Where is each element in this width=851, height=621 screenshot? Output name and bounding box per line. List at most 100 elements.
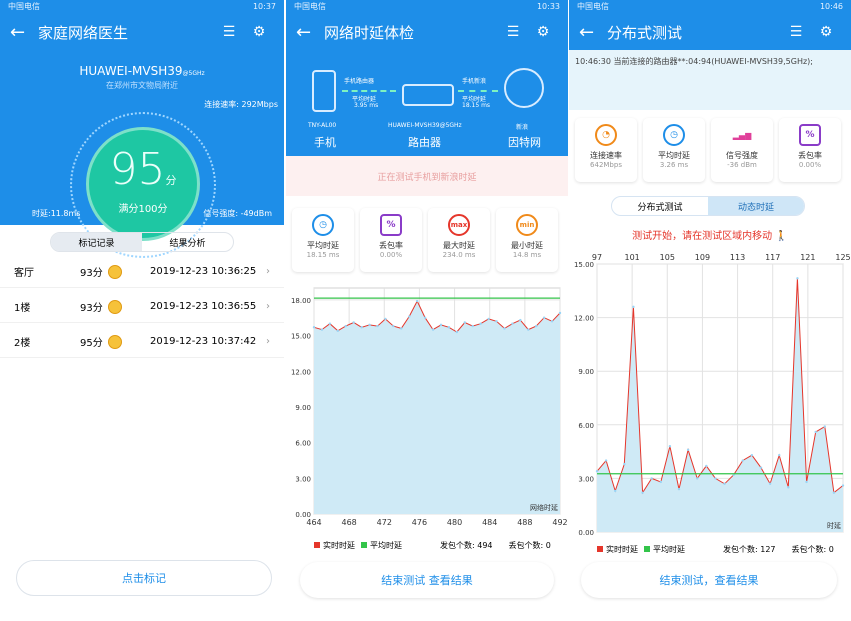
phone-name: 手机 bbox=[314, 136, 336, 149]
network-topology: 手机路由器 平均时延 3.95 ms 手机新浪 平均时延 18.15 ms TN… bbox=[286, 50, 568, 156]
y-tick-label: 18.00 bbox=[291, 297, 311, 305]
x-tick-label: 121 bbox=[800, 253, 815, 262]
latency-chart: 464 468 472 476 480 484 488 492 0.00 3.00 6.00 9.00… bbox=[291, 287, 568, 527]
room-score: 95分 bbox=[80, 338, 103, 349]
y-tick-label: 15.00 bbox=[574, 261, 594, 269]
data-point bbox=[696, 477, 699, 480]
stat-value: 18.15 ms bbox=[306, 251, 340, 259]
gear-icon[interactable]: ⚙ bbox=[811, 24, 841, 40]
mark-button[interactable]: 点击标记 bbox=[16, 560, 272, 596]
chart-legend: 实时时延 平均时延 bbox=[597, 544, 685, 555]
status-bar: 中国电信 10:46 bbox=[569, 0, 851, 14]
location-label: 在郑州市文物局附近 bbox=[106, 81, 178, 90]
y-tick-label: 0.00 bbox=[295, 511, 311, 519]
x-tick-label: 468 bbox=[342, 518, 357, 527]
end-test-button[interactable]: 结束测试，查看结果 bbox=[581, 562, 837, 598]
test-start-message: 测试开始，请在测试区域内移动 🚶 bbox=[569, 227, 851, 242]
packet-stats: 发包个数: 127 丢包个数: 0 bbox=[723, 544, 834, 555]
stat-name: 连接速率 bbox=[590, 151, 622, 160]
legend-real-label: 实时时延 bbox=[606, 545, 638, 554]
data-point bbox=[527, 328, 530, 331]
clock-label: 10:37 bbox=[252, 2, 276, 11]
room-name: 1楼 bbox=[14, 303, 31, 314]
min-gauge-icon: min bbox=[516, 214, 538, 236]
testing-status: 正在测试手机到新浪时延 bbox=[286, 156, 568, 196]
data-point bbox=[641, 491, 644, 494]
data-point bbox=[400, 327, 403, 330]
x-axis-label: 时延 bbox=[827, 521, 841, 530]
data-point bbox=[503, 327, 506, 330]
stat-name: 最大时延 bbox=[443, 241, 475, 250]
data-point bbox=[823, 425, 826, 428]
router-device-icon bbox=[402, 84, 454, 106]
menu-list-icon[interactable]: ☰ bbox=[214, 24, 244, 40]
back-arrow-icon[interactable]: ← bbox=[296, 22, 324, 43]
stat-card: ◷ 平均时延 18.15 ms bbox=[292, 208, 354, 272]
data-point bbox=[668, 445, 672, 448]
menu-list-icon[interactable]: ☰ bbox=[498, 24, 528, 40]
speedometer-icon: ◷ bbox=[312, 214, 334, 236]
data-point bbox=[558, 311, 562, 315]
gear-icon[interactable]: ⚙ bbox=[244, 24, 274, 40]
menu-list-icon[interactable]: ☰ bbox=[781, 24, 811, 40]
percent-icon: % bbox=[380, 214, 402, 236]
legend-avg-label: 平均时延 bbox=[653, 545, 685, 554]
phone-link-label: 手机路由器 bbox=[344, 78, 375, 85]
status-bar: 中国电信 10:33 bbox=[286, 0, 568, 14]
data-point bbox=[741, 459, 744, 462]
stat-card: % 丢包率 0.00% bbox=[779, 118, 841, 182]
back-arrow-icon[interactable]: ← bbox=[579, 22, 607, 43]
lost-count: 丢包个数: 0 bbox=[508, 541, 551, 550]
status-bar: 中国电信 10:37 bbox=[0, 0, 284, 14]
stat-value: 0.00% bbox=[379, 251, 403, 259]
data-point bbox=[384, 317, 387, 321]
stat-card: ◔ 连接速率 642Mbps bbox=[575, 118, 637, 182]
internet-host: 新浪 bbox=[516, 124, 529, 131]
data-point bbox=[778, 453, 781, 457]
back-arrow-icon[interactable]: ← bbox=[10, 22, 38, 43]
data-point bbox=[632, 305, 635, 309]
data-point bbox=[312, 326, 316, 329]
data-point bbox=[759, 466, 763, 469]
internet-name: 因特网 bbox=[508, 136, 541, 149]
room-score: 93分 bbox=[80, 268, 103, 279]
list-item[interactable]: 2楼 95分 2019-12-23 10:37:42 › bbox=[0, 326, 284, 358]
data-point bbox=[677, 487, 681, 491]
chevron-right-icon: › bbox=[266, 336, 270, 347]
stat-value: 3.26 ms bbox=[659, 161, 689, 169]
tab-mark-records[interactable]: 标记记录 bbox=[51, 233, 142, 251]
chevron-right-icon: › bbox=[266, 301, 270, 312]
latency-area bbox=[314, 301, 560, 514]
tab-result-analysis[interactable]: 结果分析 bbox=[142, 233, 233, 251]
test-mode-tabs: 分布式测试 动态时延 bbox=[611, 196, 805, 216]
x-tick-label: 117 bbox=[765, 253, 780, 262]
x-tick-label: 105 bbox=[660, 253, 675, 262]
x-tick-label: 492 bbox=[552, 518, 567, 527]
phone-device-icon bbox=[312, 70, 336, 112]
y-tick-label: 3.00 bbox=[295, 475, 311, 483]
record-time: 2019-12-23 10:37:42 bbox=[150, 336, 257, 347]
data-point bbox=[723, 482, 726, 485]
ssid-band: @5GHz bbox=[182, 70, 205, 77]
tab-dynamic-latency[interactable]: 动态时延 bbox=[708, 197, 804, 215]
page-title: 家庭网络医生 bbox=[38, 23, 129, 42]
list-item[interactable]: 客厅 93分 2019-12-23 10:36:25 › bbox=[0, 256, 284, 288]
router-link-label: 手机新浪 bbox=[462, 78, 487, 85]
legend-avg: 平均时延 bbox=[361, 540, 402, 551]
legend-real: 实时时延 bbox=[597, 544, 638, 555]
tab-distributed-test[interactable]: 分布式测试 bbox=[612, 197, 708, 215]
gear-icon[interactable]: ⚙ bbox=[528, 24, 558, 40]
data-point bbox=[787, 486, 790, 489]
data-point bbox=[495, 320, 498, 323]
test-start-text: 测试开始，请在测试区域内移动 bbox=[632, 231, 773, 242]
y-tick-label: 12.00 bbox=[291, 368, 311, 376]
walk-icon: 🚶 bbox=[775, 231, 788, 242]
data-point bbox=[814, 430, 817, 434]
room-name: 2楼 bbox=[14, 338, 31, 349]
list-item[interactable]: 1楼 93分 2019-12-23 10:36:55 › bbox=[0, 291, 284, 323]
data-point bbox=[328, 322, 332, 325]
stats-cards: ◔ 连接速率 642Mbps ◷ 平均时延 3.26 ms ▂▄▆ 信号强度 -… bbox=[575, 118, 841, 182]
packet-stats: 发包个数: 494 丢包个数: 0 bbox=[440, 540, 551, 551]
data-point bbox=[392, 324, 395, 328]
end-test-button[interactable]: 结束测试 查看结果 bbox=[300, 562, 554, 598]
